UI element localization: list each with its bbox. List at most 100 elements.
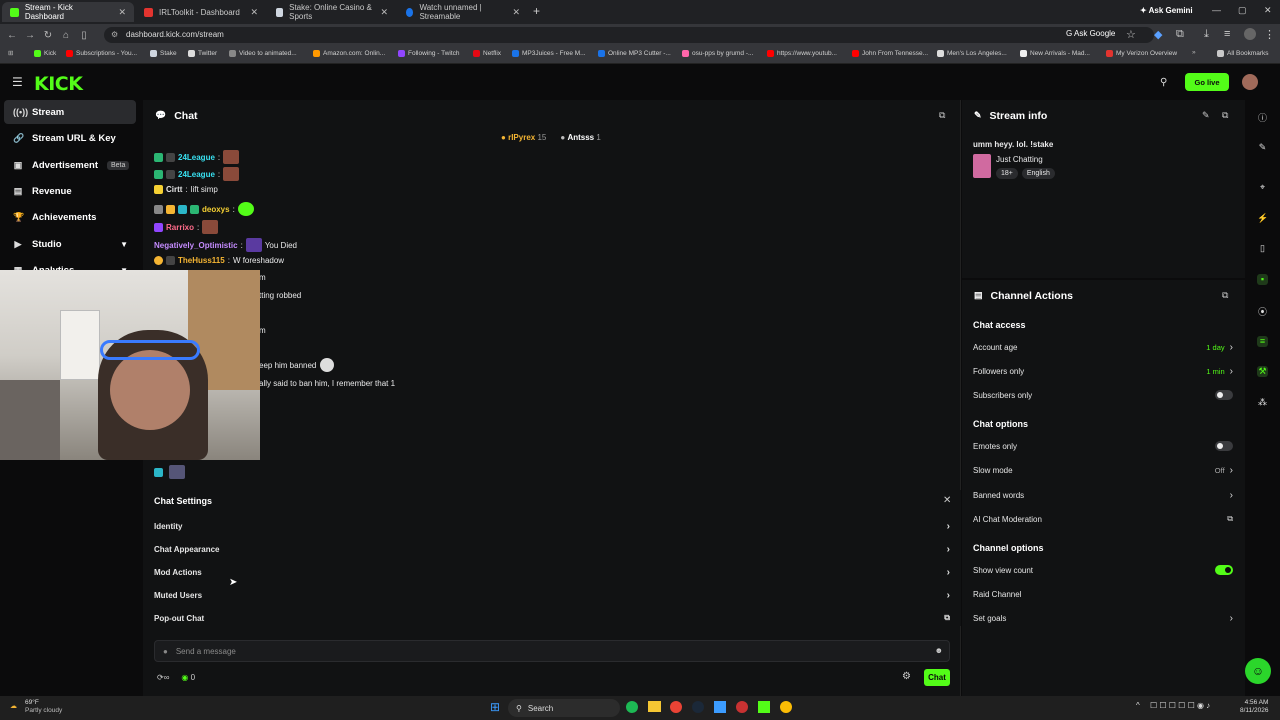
chat-message[interactable]: Negatively_Optimistic: You Died [154,238,297,252]
kick-app-icon[interactable] [758,701,770,713]
reload-icon[interactable]: ↻ [39,30,57,41]
search-icon[interactable]: ⚲ [1160,77,1167,88]
steam-icon[interactable] [692,701,704,713]
windows-start-icon[interactable]: ⊞ [490,700,500,714]
spotify-icon[interactable] [626,701,638,713]
popout-icon[interactable]: ⧉ [939,110,945,121]
close-tab-icon[interactable]: ✕ [512,7,520,18]
close-window-icon[interactable]: ✕ [1264,5,1272,16]
emotes-only-toggle[interactable] [1215,441,1233,451]
tray-chevron-icon[interactable]: ^ [1136,701,1140,710]
go-live-button[interactable]: Go live [1185,73,1229,91]
kick-logo[interactable]: KICK [34,73,83,95]
message-input[interactable]: ● Send a message ☻ [154,640,950,662]
sidebar-item-advertisement[interactable]: ▣ Advertisement Beta [4,153,136,177]
forward-icon[interactable]: → [21,30,39,41]
broadcast-icon[interactable]: ⦿ [1257,305,1268,317]
close-tab-icon[interactable]: ✕ [380,7,388,18]
sidebar-toggle-icon[interactable]: ▯ [75,30,93,41]
ask-gemini-button[interactable]: ✦ Ask Gemini [1140,6,1193,15]
browser-tab-kick[interactable]: Stream - Kick Dashboard ✕ [2,2,134,22]
chat-message[interactable]: TheHuss115: W foreshadow [154,256,284,265]
bookmark-verizon[interactable]: My Verizon Overview [1106,50,1177,57]
chat-message[interactable]: 24League: [154,150,240,164]
ask-google-button[interactable]: G Ask Google [1066,29,1115,38]
chat-settings-gear-icon[interactable]: ⚙ [902,671,911,682]
document-icon[interactable]: ▯ [1257,243,1268,254]
target-icon[interactable]: ⌖ [1257,182,1268,193]
extensions-puzzle-icon[interactable]: ⧉ [1176,28,1184,41]
bookmark-youtube[interactable]: Subscriptions - You... [66,50,137,57]
hamburger-menu-icon[interactable]: ☰ [12,75,23,89]
taskbar-search[interactable]: ⚲ Search [508,699,620,717]
sidebar-item-stream-url-key[interactable]: 🔗 Stream URL & Key [4,126,136,150]
category-name[interactable]: Just Chatting [996,155,1043,164]
settings-mod-actions[interactable]: Mod Actions › [154,562,950,582]
send-chat-button[interactable]: Chat [924,669,950,686]
browser-tab-streamable[interactable]: Watch unnamed | Streamable ✕ [398,2,528,22]
bookmark-youtube-2[interactable]: https://www.youtub... [767,50,837,57]
maximize-icon[interactable]: ▢ [1238,5,1247,16]
nodes-icon[interactable]: ⁂ [1257,397,1268,408]
emoji-icon[interactable]: ☻ [935,646,943,655]
banned-words-row[interactable]: Banned words › [973,486,1233,504]
apps-grid-icon[interactable]: ⊞ [8,49,13,57]
sidebar-item-achievements[interactable]: 🏆 Achievements [4,205,136,229]
menu-icon[interactable]: ⋮ [1264,28,1275,41]
close-icon[interactable]: ✕ [943,495,951,506]
chrome-active-icon[interactable] [780,701,792,713]
lightning-icon[interactable]: ⚡ [1257,213,1268,224]
photos-icon[interactable] [714,701,726,713]
chat-message[interactable]: 24League: [154,167,240,181]
chat-message[interactable]: Cirtt: lift simp [154,185,218,194]
user-avatar[interactable] [1242,74,1258,90]
points-counter[interactable]: ◉ 0 [181,673,195,682]
browser-tab-stake[interactable]: Stake: Online Casino & Sports ✕ [268,2,396,22]
url-field[interactable]: ⚙ dashboard.kick.com/stream [104,27,1154,43]
tab-search-icon[interactable]: ≡ [1224,28,1230,40]
bookmark-twitter[interactable]: Twitter [188,50,217,57]
pencil-icon[interactable]: ✎ [1257,142,1268,153]
sidebar-item-studio[interactable]: ▶ Studio ▼ [4,232,136,256]
sidebar-item-revenue[interactable]: ▤ Revenue [4,179,136,203]
tag[interactable]: 18+ [996,168,1018,179]
tag[interactable]: English [1021,168,1055,179]
browser-tab-irltoolkit[interactable]: IRLToolkit - Dashboard ✕ [136,2,266,22]
close-tab-icon[interactable]: ✕ [118,7,126,18]
chat-message[interactable]: Rarrixo: [154,220,219,234]
raid-channel-row[interactable]: Raid Channel [973,585,1233,603]
home-icon[interactable]: ⌂ [57,30,75,41]
bookmark-john[interactable]: John From Tennesse... [852,50,928,57]
bookmark-netflix[interactable]: Netflix [473,50,501,57]
popout-icon[interactable]: ⧉ [1222,110,1228,121]
popout-icon[interactable]: ⧉ [1222,290,1228,301]
bookmark-mp3juices[interactable]: MP3Juices - Free M... [512,50,586,57]
sidebar-item-stream[interactable]: ((•)) Stream [4,100,136,124]
settings-identity[interactable]: Identity › [154,516,950,536]
info-icon[interactable]: ⓘ [1257,111,1268,123]
chat-message[interactable]: deoxys: [154,202,254,216]
slow-mode-row[interactable]: Slow mode Off › [973,461,1233,479]
back-icon[interactable]: ← [3,30,21,41]
all-bookmarks-folder[interactable]: All Bookmarks [1217,50,1269,57]
bookmark-stake[interactable]: Stake [150,50,177,57]
bookmark-twitch[interactable]: Following - Twitch [398,50,460,57]
wrench-icon[interactable]: ⚒ [1257,366,1268,377]
account-age-row[interactable]: Account age 1 day › [973,338,1233,356]
help-chat-icon[interactable]: ☺ [1245,658,1271,684]
more-bookmarks-icon[interactable]: » [1192,49,1196,56]
minimize-icon[interactable]: — [1212,5,1221,15]
bookmark-mp3cutter[interactable]: Online MP3 Cutter -... [598,50,671,57]
settings-popout-chat[interactable]: Pop-out Chat ⧉ [154,608,950,628]
settings-chat-appearance[interactable]: Chat Appearance › [154,539,950,559]
profile-avatar[interactable] [1244,28,1256,40]
list-icon[interactable]: ≡ [1257,336,1268,347]
site-info-icon[interactable]: ⚙ [111,27,118,43]
new-tab-icon[interactable]: + [533,4,540,18]
bookmark-star-icon[interactable]: ☆ [1126,28,1136,41]
subscribers-only-toggle[interactable] [1215,390,1233,400]
top-user-1[interactable]: ● rIPyrex 15 [501,133,546,142]
file-explorer-icon[interactable] [648,701,661,712]
settings-muted-users[interactable]: Muted Users › [154,585,950,605]
bookmark-video[interactable]: Video to animated... [229,50,297,57]
